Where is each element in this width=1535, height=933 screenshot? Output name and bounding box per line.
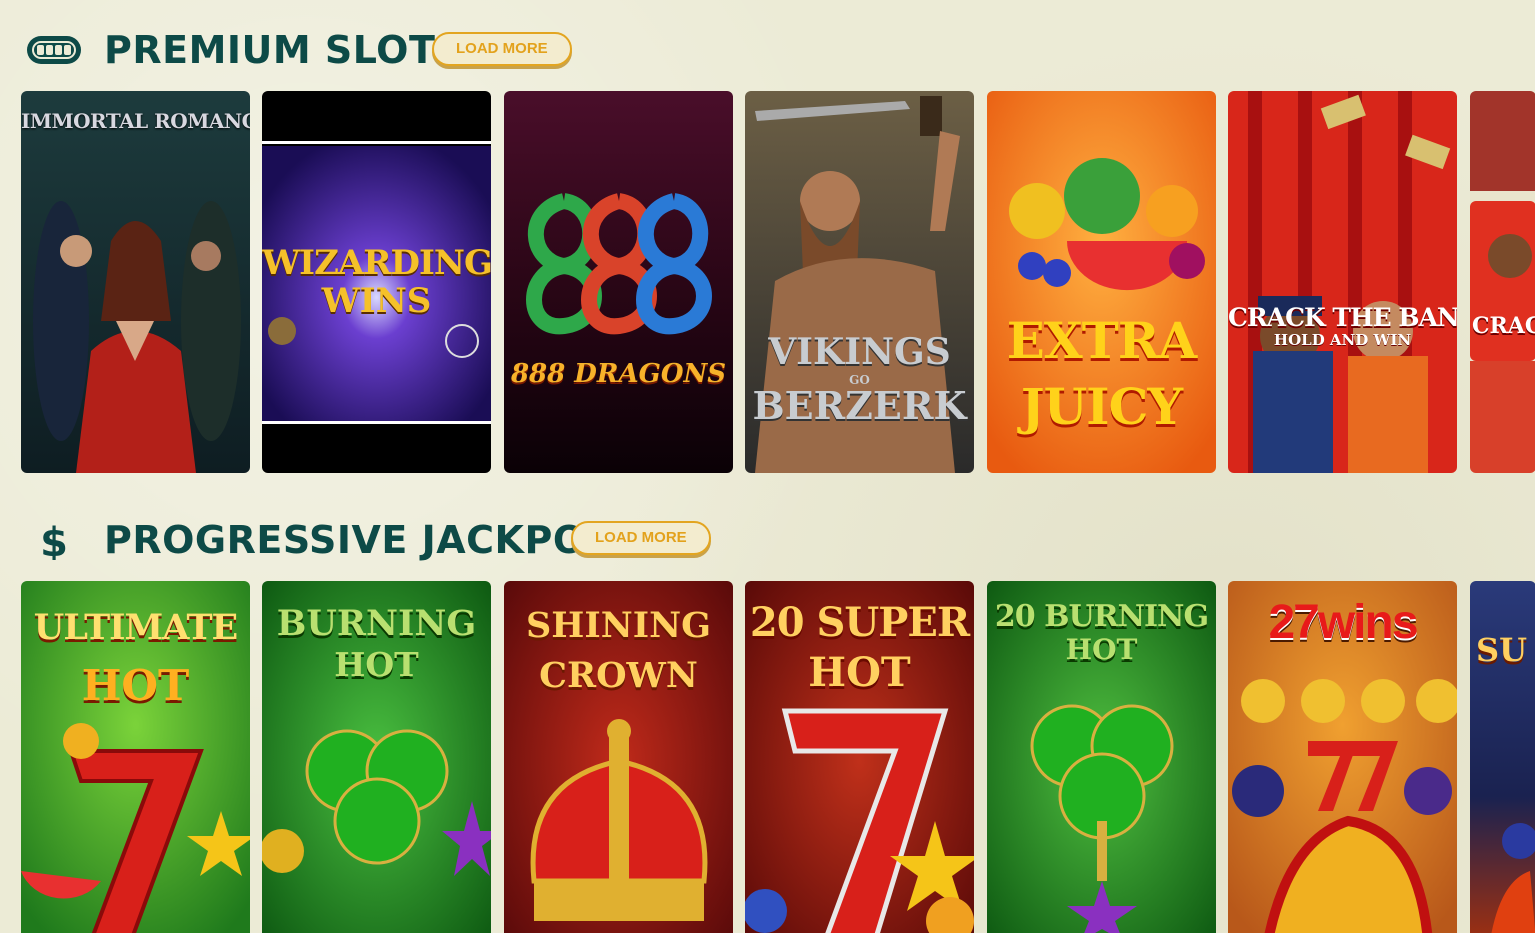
game-title-line2: JUICY	[1020, 377, 1183, 436]
game-carousel[interactable]: IMMORTAL ROMANCE WIZARDING WINS 888 DRAG…	[21, 91, 1535, 473]
load-more-button[interactable]: LOAD MORE	[571, 521, 711, 555]
section-title: PROGRESSIVE JACKPOTS	[104, 518, 640, 562]
game-tile-20-burning-hot[interactable]: 20 BURNING HOT	[987, 581, 1216, 933]
game-thumbnail	[1470, 91, 1535, 473]
slot-machine-icon	[27, 36, 81, 64]
game-title-line1: BURNING	[276, 603, 477, 644]
load-more-button[interactable]: LOAD MORE	[432, 32, 572, 66]
section-header: $ PROGRESSIVE JACKPOTS LOAD MORE	[0, 490, 1535, 582]
game-thumbnail	[504, 91, 733, 473]
game-title: IMMORTAL ROMANCE	[21, 109, 250, 133]
game-title-line2: HOT	[81, 661, 190, 710]
game-tile-wizarding-wins[interactable]: WIZARDING WINS	[262, 91, 491, 473]
game-title-line2: HOT	[808, 649, 911, 696]
game-tile-immortal-romance[interactable]: IMMORTAL ROMANCE	[21, 91, 250, 473]
game-tile-ultimate-hot[interactable]: ULTIMATE HOT	[21, 581, 250, 933]
section-title: PREMIUM SLOTS	[104, 28, 464, 72]
game-title-line1: EXTRA	[1006, 311, 1197, 370]
game-lobby: PREMIUM SLOTS LOAD MORE IMMORTAL ROMANCE…	[0, 0, 1535, 933]
svg-text:$: $	[40, 520, 68, 560]
game-tile-20-super-hot[interactable]: 20 SUPER HOT	[745, 581, 974, 933]
game-title-line1: VIKINGS	[768, 331, 951, 373]
game-title-line1: CRACK THE BANK	[1228, 303, 1457, 332]
game-tile-extra-juicy[interactable]: EXTRA JUICY	[987, 91, 1216, 473]
game-title: SU	[1476, 631, 1528, 669]
game-title-line2: HOT	[334, 645, 419, 684]
game-tile-su-partial[interactable]: SU	[1470, 581, 1535, 933]
game-title-line1: WIZARDING	[262, 243, 491, 283]
game-title-line2: HOLD AND WIN	[1273, 331, 1412, 349]
game-tile-888-dragons[interactable]: 888 DRAGONS	[504, 91, 733, 473]
game-title-line2: WINS	[321, 281, 432, 321]
game-title-line1: 20 SUPER	[749, 599, 970, 646]
game-title-line2: HOT	[1065, 633, 1138, 666]
game-tile-shining-crown[interactable]: SHINING CROWN	[504, 581, 733, 933]
game-title: 27wins	[1268, 596, 1418, 649]
game-title: 888 DRAGONS	[510, 359, 727, 389]
game-tile-crack-partial[interactable]: CRAC	[1470, 91, 1535, 473]
game-title-line2: CROWN	[539, 655, 698, 696]
game-thumbnail	[1228, 91, 1457, 473]
game-title-line2: BERZERK	[752, 383, 967, 428]
game-tile-27-wins[interactable]: 27wins	[1228, 581, 1457, 933]
game-tile-vikings-go-berzerk[interactable]: VIKINGS GO BERZERK	[745, 91, 974, 473]
game-tile-crack-the-bank[interactable]: CRACK THE BANK HOLD AND WIN	[1228, 91, 1457, 473]
game-tile-burning-hot[interactable]: BURNING HOT	[262, 581, 491, 933]
game-title-line1: ULTIMATE	[33, 607, 238, 648]
game-carousel[interactable]: ULTIMATE HOT BURNING HOT SHINING CROWN 2…	[21, 581, 1535, 933]
game-title-line1: 20 BURNING	[994, 599, 1209, 634]
section-header: PREMIUM SLOTS LOAD MORE	[0, 0, 1535, 92]
dollar-sign-icon: $	[40, 520, 68, 560]
game-thumbnail	[21, 91, 250, 473]
game-title: CRAC	[1472, 313, 1535, 339]
game-title-line1: SHINING	[526, 605, 711, 646]
